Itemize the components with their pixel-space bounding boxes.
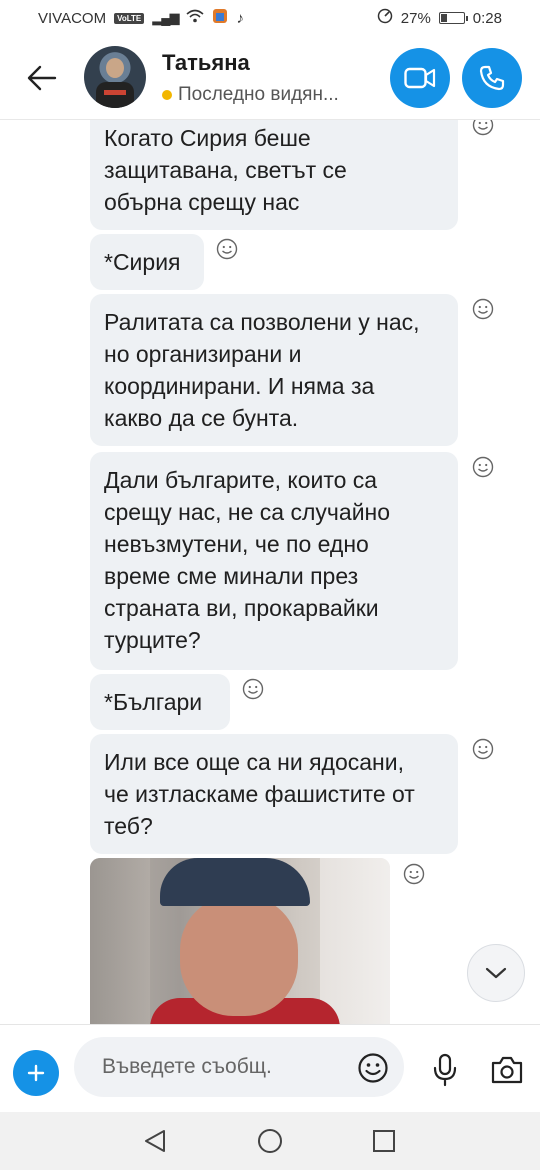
back-button[interactable] <box>22 58 62 98</box>
photo-face <box>180 896 298 1016</box>
speed-icon <box>377 8 393 28</box>
chevron-down-icon <box>485 967 507 979</box>
composer <box>0 1024 540 1112</box>
wifi-icon <box>186 9 204 27</box>
presence-dot <box>162 90 172 100</box>
chat-header: Татьяна Последно видян... <box>0 36 540 120</box>
message-text: Дали българите, които са срещу нас, не с… <box>104 467 391 653</box>
photo-message[interactable] <box>90 858 390 1024</box>
app-notification-icon <box>212 8 228 28</box>
battery-fill <box>440 14 447 22</box>
plus-icon <box>27 1064 45 1082</box>
battery-percent: 27% <box>400 9 431 27</box>
nav-home-icon[interactable] <box>257 1128 283 1154</box>
message-input[interactable] <box>74 1037 404 1097</box>
message-text: Когато Сирия беше защитавана, светът се … <box>104 125 347 215</box>
photo-cap <box>160 858 310 906</box>
message-text: *Сирия <box>104 249 181 275</box>
add-button[interactable] <box>13 1050 59 1096</box>
emoji-icon[interactable] <box>357 1052 389 1084</box>
smiley-icon[interactable] <box>472 456 494 478</box>
contact-status: Последно видян... <box>162 84 339 106</box>
arrow-left-icon <box>27 65 57 91</box>
last-seen-text: Последно видян... <box>178 84 339 105</box>
tiktok-icon: ♪ <box>236 9 244 27</box>
nav-back-icon[interactable] <box>142 1128 168 1154</box>
phone-icon <box>479 65 505 91</box>
contact-name[interactable]: Татьяна <box>162 50 250 76</box>
volte-badge: VoLTE <box>114 12 145 24</box>
message-bubble[interactable]: Дали българите, които са срещу нас, не с… <box>90 452 458 670</box>
scroll-to-bottom-button[interactable] <box>467 944 525 1002</box>
photo-bg-left <box>90 858 150 1024</box>
battery-icon <box>438 12 468 24</box>
avatar-shirt <box>96 82 134 108</box>
message-bubble[interactable]: *Българи <box>90 674 230 730</box>
nav-recents-icon[interactable] <box>372 1129 396 1153</box>
message-text: Или все още са ни ядосани, че изтласкаме… <box>104 749 415 839</box>
camera-icon[interactable] <box>490 1055 524 1085</box>
system-nav-bar <box>0 1112 540 1170</box>
message-bubble[interactable]: *Сирия <box>90 234 204 290</box>
smiley-icon[interactable] <box>472 298 494 320</box>
message-text: Ралитата са позволени у нас, но организи… <box>104 309 420 431</box>
carrier-label: VIVACOM <box>38 9 107 27</box>
signal-icon: ▂▄▆ <box>152 10 179 25</box>
message-list[interactable]: Когато Сирия беше защитавана, светът се … <box>0 120 540 1024</box>
message-bubble[interactable]: Или все още са ни ядосани, че изтласкаме… <box>90 734 458 854</box>
status-bar: VIVACOM VoLTE ▂▄▆ ♪ 27% 0:28 <box>0 0 540 36</box>
microphone-icon[interactable] <box>430 1053 460 1087</box>
message-bubble[interactable]: Когато Сирия беше защитавана, светът се … <box>90 120 458 230</box>
message-bubble[interactable]: Ралитата са позволени у нас, но организи… <box>90 294 458 446</box>
photo-bg-right <box>320 858 390 1024</box>
avatar-head <box>106 58 124 78</box>
avatar[interactable] <box>84 46 146 108</box>
audio-call-button[interactable] <box>462 48 522 108</box>
smiley-icon[interactable] <box>242 678 264 700</box>
video-camera-icon <box>404 67 436 89</box>
status-right: 27% 0:28 <box>377 8 502 28</box>
smiley-icon[interactable] <box>403 863 425 885</box>
clock: 0:28 <box>472 9 502 27</box>
smiley-icon[interactable] <box>472 738 494 760</box>
smiley-icon[interactable] <box>216 238 238 260</box>
smiley-icon[interactable] <box>472 120 494 136</box>
video-call-button[interactable] <box>390 48 450 108</box>
message-text: *Българи <box>104 689 203 715</box>
status-left: VIVACOM VoLTE ▂▄▆ ♪ <box>38 8 244 28</box>
